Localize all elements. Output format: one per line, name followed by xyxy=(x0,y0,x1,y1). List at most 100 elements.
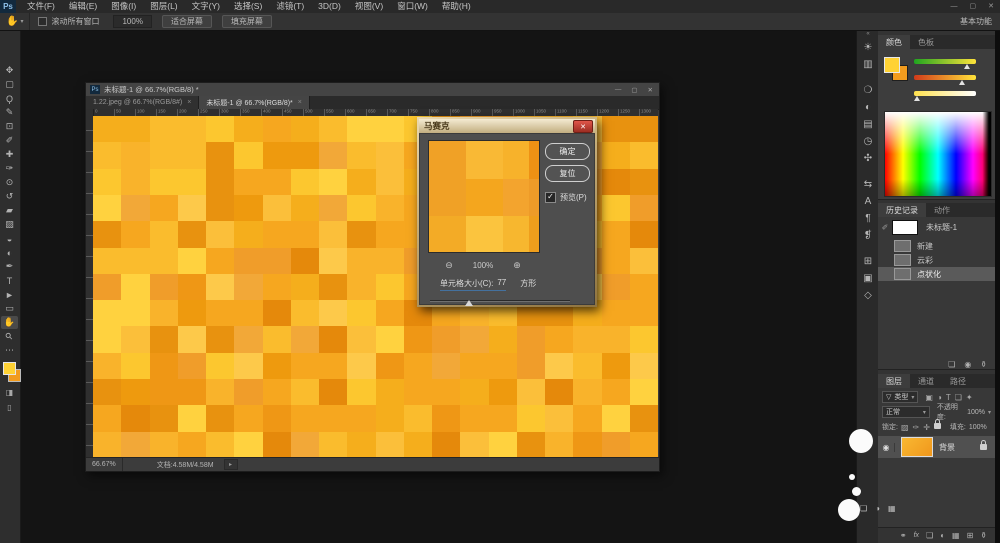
history-snapshot-row[interactable]: ✐ 未标题-1 xyxy=(878,219,995,236)
move-tool[interactable]: ✥ xyxy=(1,64,18,77)
layer-group-icon[interactable]: ▦ xyxy=(952,531,960,540)
filter-preview-area[interactable] xyxy=(428,140,540,253)
layer-filter-kind-dropdown[interactable]: ▽ 类型 ▾ xyxy=(882,391,918,403)
hand-tool[interactable]: ✋ xyxy=(1,316,18,329)
notes-panel-icon[interactable]: ▣ xyxy=(857,271,879,285)
filter-type-icon[interactable]: T xyxy=(946,393,951,402)
adjustment-layer-icon[interactable]: ◐ xyxy=(940,531,945,540)
minimize-icon[interactable]: — xyxy=(951,0,958,13)
menu-3d[interactable]: 3D(D) xyxy=(311,0,348,13)
document-maximize-icon[interactable]: ▢ xyxy=(631,86,637,94)
preview-checkbox[interactable]: ✓ xyxy=(545,192,556,203)
cell-size-value[interactable]: 77 xyxy=(497,278,506,289)
current-tool-well[interactable]: ✋ ▾ xyxy=(0,13,30,30)
clone-source-panel-icon[interactable]: ⊞ xyxy=(857,254,879,268)
history-brush-tool[interactable]: ↺ xyxy=(1,190,18,203)
lasso-tool[interactable]: Ϙ xyxy=(1,92,18,105)
zoom-in-icon[interactable]: ⊕ xyxy=(513,260,521,271)
scroll-all-windows-checkbox[interactable] xyxy=(38,17,47,26)
history-state-row[interactable]: 云彩 xyxy=(878,253,995,267)
histogram-panel-icon[interactable]: ▥ xyxy=(857,57,879,71)
marquee-tool[interactable]: ▢ xyxy=(1,78,18,91)
blur-tool[interactable]: ◒ xyxy=(1,232,18,245)
delete-state-icon[interactable]: ⚱ xyxy=(980,360,987,369)
fit-screen-button[interactable]: 适合屏幕 xyxy=(162,15,212,28)
foreground-color-swatch[interactable] xyxy=(3,362,16,375)
status-options-arrow[interactable]: ▸ xyxy=(224,459,238,470)
layer-thumbnail[interactable] xyxy=(901,437,933,457)
info-panel-icon[interactable]: ◷ xyxy=(857,134,879,148)
dialog-title-bar[interactable]: 马赛克 ✕ xyxy=(419,119,595,133)
green-slider-thumb[interactable] xyxy=(959,80,965,85)
menu-file[interactable]: 文件(F) xyxy=(20,0,62,13)
eyedropper-tool[interactable]: ✐ xyxy=(1,134,18,147)
link-layers-icon[interactable]: ⚭ xyxy=(900,531,907,540)
tab-close-icon[interactable]: × xyxy=(187,99,191,106)
zoom-percent-field[interactable]: 100% xyxy=(113,15,151,28)
tab-color[interactable]: 颜色 xyxy=(878,35,910,49)
close-icon[interactable]: ✕ xyxy=(988,0,994,13)
layer-visibility-eye-icon[interactable]: ◉ xyxy=(878,443,895,452)
history-state-row[interactable]: 新建 xyxy=(878,239,995,253)
more-tools[interactable]: ⋯ xyxy=(1,344,18,357)
red-slider[interactable] xyxy=(914,59,976,64)
tab-layers[interactable]: 图层 xyxy=(878,374,910,388)
character-panel-icon[interactable]: A xyxy=(857,194,879,208)
crop-tool[interactable]: ⊡ xyxy=(1,120,18,133)
new-snapshot-icon[interactable]: ◉ xyxy=(964,360,971,369)
foreground-color-swatch[interactable] xyxy=(884,57,900,73)
filter-shape-icon[interactable]: ❏ xyxy=(955,393,962,402)
document-tab[interactable]: 未标题-1 @ 66.7%(RGB/8)*× xyxy=(199,96,310,109)
tab-actions[interactable]: 动作 xyxy=(926,203,958,217)
mini-group-icon[interactable]: ▦ xyxy=(888,504,896,513)
tab-close-icon[interactable]: × xyxy=(298,99,302,106)
healing-brush-tool[interactable]: ✚ xyxy=(1,148,18,161)
lock-all-icon[interactable] xyxy=(934,423,941,429)
document-tab[interactable]: 1.22.jpeg @ 66.7%(RGB/8#)× xyxy=(86,96,199,109)
blend-mode-dropdown[interactable]: 正常 ▾ xyxy=(882,406,930,418)
collapse-dock-icon[interactable]: « xyxy=(857,31,879,37)
history-state-row[interactable]: 点状化 xyxy=(878,267,995,281)
adjustments-panel-icon[interactable]: ☀ xyxy=(857,40,879,54)
layer-row-background[interactable]: ◉ 背景 xyxy=(878,436,995,458)
tab-paths[interactable]: 路径 xyxy=(942,374,974,388)
gradient-tool[interactable]: ▨ xyxy=(1,218,18,231)
glyphs-panel-icon[interactable]: ❡ xyxy=(857,228,879,242)
ok-button[interactable]: 确定 xyxy=(545,143,590,160)
slider-thumb[interactable] xyxy=(465,300,473,306)
color-spectrum-ramp[interactable] xyxy=(884,111,992,197)
new-layer-icon[interactable]: ⊞ xyxy=(967,531,974,540)
document-minimize-icon[interactable]: — xyxy=(615,86,622,94)
brush-tool[interactable]: ✑ xyxy=(1,162,18,175)
mini-mask-icon[interactable]: ❏ xyxy=(860,504,867,513)
lock-position-icon[interactable]: ✛ xyxy=(923,423,930,432)
menu-layer[interactable]: 图层(L) xyxy=(143,0,184,13)
menu-image[interactable]: 图像(I) xyxy=(104,0,143,13)
lock-transparent-icon[interactable]: ▨ xyxy=(901,423,909,432)
menu-select[interactable]: 选择(S) xyxy=(227,0,269,13)
tab-channels[interactable]: 通道 xyxy=(910,374,942,388)
tool-presets-panel-icon[interactable]: ⇆ xyxy=(857,177,879,191)
fill-value[interactable]: 100% xyxy=(969,424,987,431)
fill-screen-button[interactable]: 填充屏幕 xyxy=(222,15,272,28)
maximize-icon[interactable]: ▢ xyxy=(970,0,977,13)
zoom-out-icon[interactable]: ⊖ xyxy=(445,260,453,271)
blue-slider[interactable] xyxy=(914,91,976,96)
lock-pixels-icon[interactable]: ✑ xyxy=(913,423,920,432)
shape-tool[interactable]: ▭ xyxy=(1,302,18,315)
green-slider[interactable] xyxy=(914,75,976,80)
styles-panel-icon[interactable]: ❍ xyxy=(857,83,879,97)
pen-tool[interactable]: ✒ xyxy=(1,260,18,273)
menu-window[interactable]: 窗口(W) xyxy=(390,0,435,13)
filter-adjustment-icon[interactable]: ◑ xyxy=(937,393,942,402)
menu-filter[interactable]: 滤镜(T) xyxy=(269,0,311,13)
blue-slider-thumb[interactable] xyxy=(914,96,920,101)
history-brush-source-icon[interactable]: ✐ xyxy=(878,223,892,232)
tab-swatches[interactable]: 色板 xyxy=(910,35,942,49)
workspace-switcher[interactable]: 基本功能 xyxy=(960,16,992,27)
quick-mask-button[interactable]: ◨ xyxy=(1,386,18,399)
dialog-close-button[interactable]: ✕ xyxy=(573,120,593,133)
menu-help[interactable]: 帮助(H) xyxy=(435,0,478,13)
quick-selection-tool[interactable]: ✎ xyxy=(1,106,18,119)
paragraph-panel-icon[interactable]: ¶ xyxy=(857,211,879,225)
